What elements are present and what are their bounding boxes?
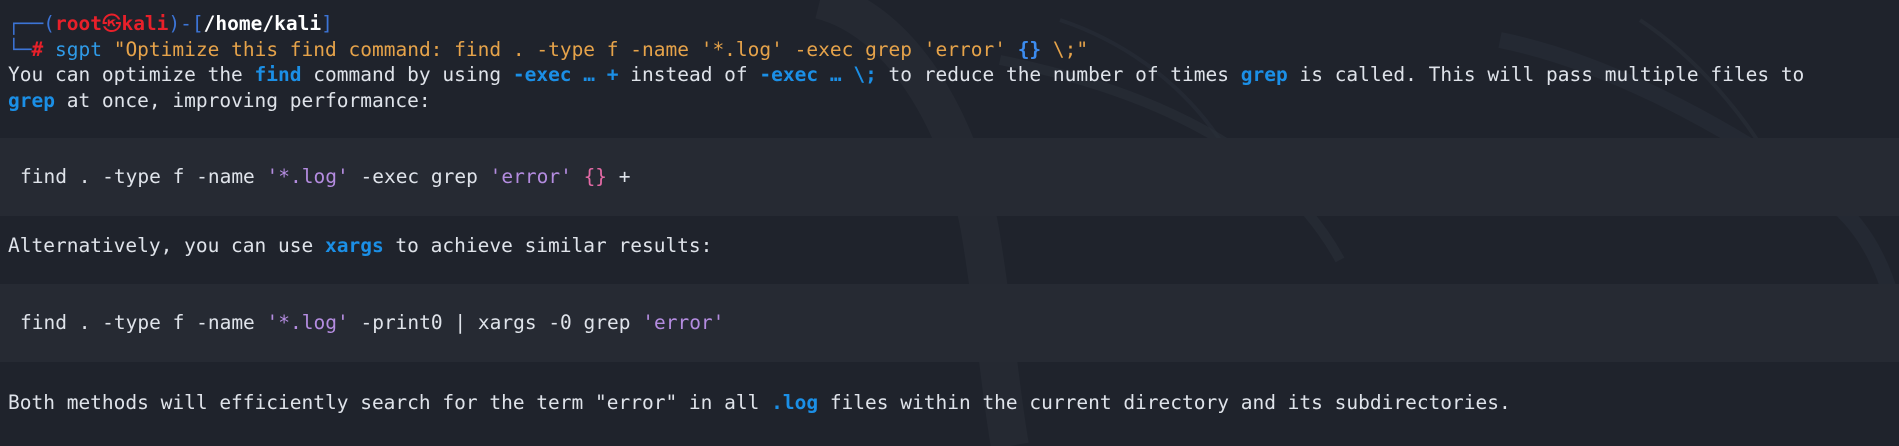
- response-paragraph-1-line-1: You can optimize the find command by usi…: [8, 62, 1893, 88]
- response-text: Alternatively, you can use: [8, 234, 325, 257]
- prompt-frame-bottom: └─: [8, 37, 32, 61]
- inline-code-xargs: xargs: [324, 234, 384, 257]
- inline-code-find: find: [254, 63, 302, 86]
- code-text: find . -type f -name: [20, 165, 267, 189]
- response-paragraph-2: Alternatively, you can use xargs to achi…: [8, 233, 1893, 259]
- response-paragraph-3: Both methods will efficiently search for…: [8, 390, 1893, 416]
- code-text: find . -type f -name: [20, 310, 267, 334]
- response-text: to achieve similar results:: [383, 234, 713, 257]
- prompt-frame-mid: )-[: [168, 12, 204, 35]
- inline-code-log: .log: [771, 390, 819, 414]
- prompt-line-1: ┌──(root㉿kali)-[/home/kali]: [8, 11, 1893, 37]
- command-argument-end: \;": [1041, 37, 1089, 61]
- command-braces: {}: [1017, 37, 1042, 61]
- prompt-host: kali: [121, 12, 169, 35]
- code-braces: {}: [583, 165, 608, 189]
- prompt-user: root: [54, 12, 102, 35]
- terminal-window[interactable]: ┌──(root㉿kali)-[/home/kali] └─# sgpt "Op…: [0, 0, 1899, 446]
- inline-code-grep: grep: [1240, 63, 1288, 86]
- prompt-frame-top: ┌──(: [8, 12, 55, 35]
- response-text: is called. This will pass multiple files…: [1287, 63, 1805, 86]
- command-program: sgpt: [54, 37, 102, 61]
- response-paragraph-1-line-2: grep at once, improving performance:: [8, 88, 1893, 114]
- code-text: -print0 | xargs -0 grep: [348, 310, 643, 334]
- prompt-frame-end: ]: [321, 12, 333, 35]
- response-text: to reduce the number of times: [876, 63, 1241, 86]
- response-text: at once, improving performance:: [54, 88, 431, 112]
- code-string: 'error': [489, 165, 572, 189]
- code-block-1[interactable]: find . -type f -name '*.log' -exec grep …: [0, 138, 1899, 216]
- inline-code-exec-plus: -exec … +: [512, 63, 619, 86]
- response-text: files within the current directory and i…: [818, 390, 1511, 414]
- prompt-path: /home/kali: [203, 12, 322, 35]
- response-text: instead of: [618, 63, 760, 86]
- inline-code-exec-semicolon: -exec … \;: [759, 63, 877, 86]
- response-text: Both methods will efficiently search for…: [8, 390, 772, 414]
- code-string: 'error': [642, 310, 725, 334]
- inline-code-grep: grep: [8, 88, 55, 112]
- code-text: +: [607, 165, 631, 189]
- command-argument: "Optimize this find command: find . -typ…: [113, 37, 1018, 61]
- code-text: -exec grep: [348, 165, 490, 189]
- prompt-hash: #: [31, 37, 44, 61]
- code-string: '*.log': [266, 310, 349, 334]
- prompt-line-2: └─# sgpt "Optimize this find command: fi…: [8, 37, 1893, 63]
- terminal-output: ┌──(root㉿kali)-[/home/kali] └─# sgpt "Op…: [0, 11, 1899, 416]
- code-block-2[interactable]: find . -type f -name '*.log' -print0 | x…: [0, 283, 1899, 362]
- code-string: '*.log': [266, 165, 349, 189]
- prompt-at-symbol: ㉿: [101, 12, 122, 35]
- response-text: You can optimize the: [8, 63, 255, 86]
- response-text: command by using: [301, 63, 513, 86]
